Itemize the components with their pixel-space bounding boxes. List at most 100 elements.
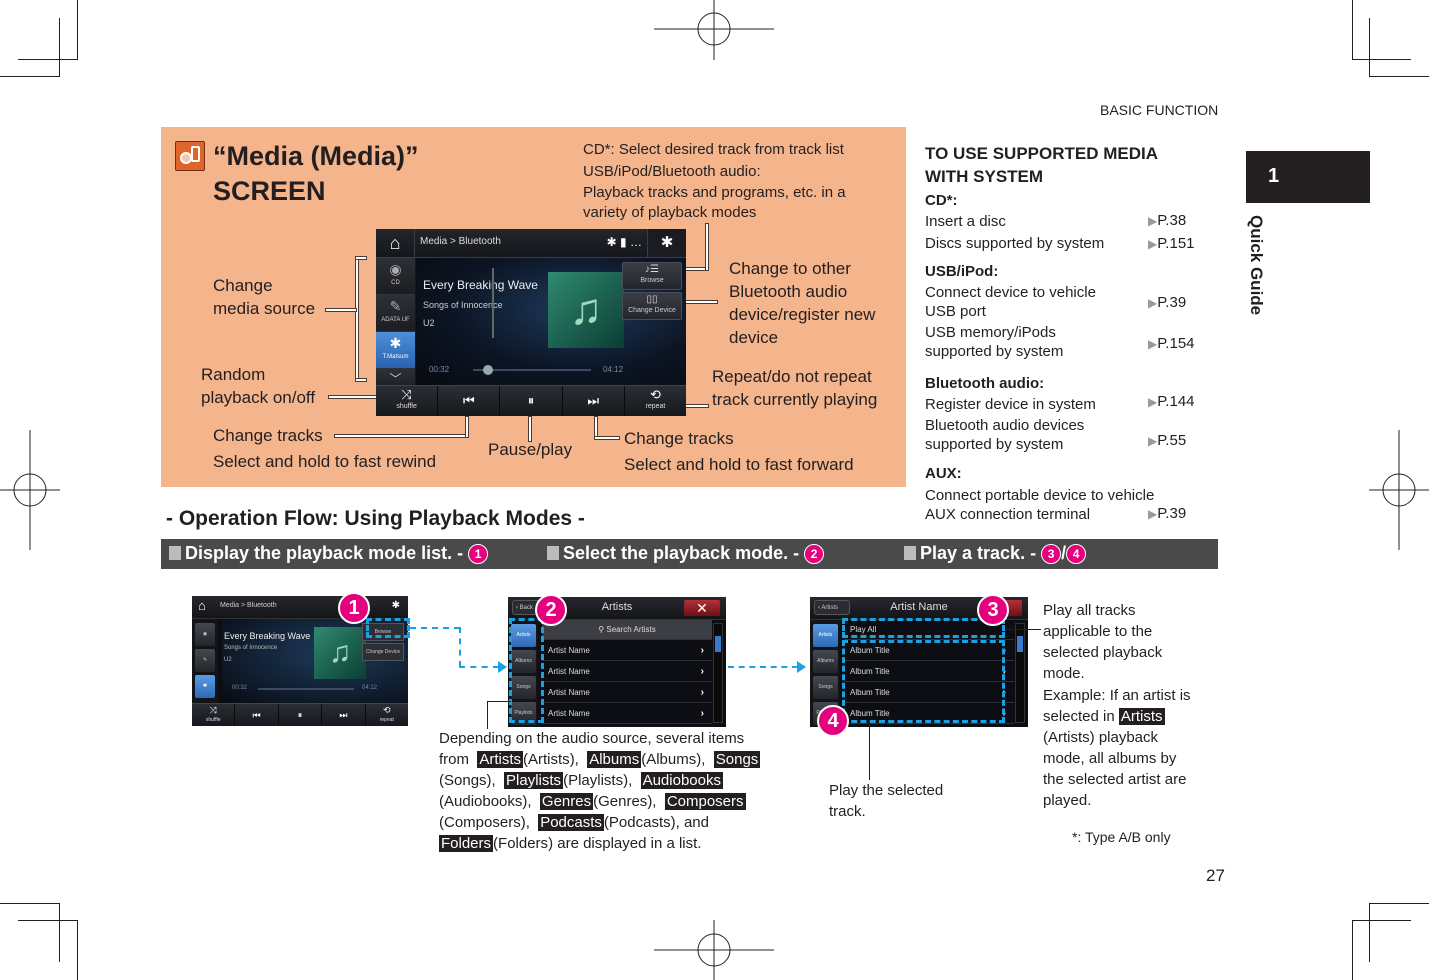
section-header: BASIC FUNCTION <box>1100 102 1219 118</box>
callout-change-source: Change media source <box>213 276 316 318</box>
track-title: Every Breaking Wave <box>423 278 538 292</box>
leader-line <box>335 435 467 437</box>
page-ref-link[interactable]: ▶P.39 <box>1148 294 1186 311</box>
square-bullet-icon <box>904 546 916 560</box>
source-cd[interactable]: ◉ CD <box>376 258 415 295</box>
pause-button[interactable]: ⏸ <box>500 386 563 416</box>
crop-mark <box>18 920 77 921</box>
list-item[interactable]: Artist Name › <box>542 683 712 703</box>
bluetooth-icon: ✱ <box>389 335 402 351</box>
previous-track-button[interactable]: ⏮ <box>438 386 501 416</box>
registration-mark-right <box>1369 430 1429 550</box>
shuffle-button[interactable]: ⤨ shuffle <box>376 386 439 416</box>
callout-change-tracks-fwd: Change tracks Select and hold to fast for… <box>624 429 854 474</box>
scrollbar[interactable] <box>713 623 723 723</box>
repeat-button[interactable]: ⟲ repeat <box>625 386 686 416</box>
highlight-mode-tabs <box>509 618 544 723</box>
playback-controls: ⤨ shuffle ⏮ ⏸ ⏭ ⟲ repeat <box>376 385 686 416</box>
list-item[interactable]: Artist Name › <box>542 641 712 661</box>
elapsed-time: 00:32 <box>429 365 450 374</box>
screen-header: ⌂ Media > Bluetooth ✱ ▮ … ✱ <box>376 229 686 258</box>
chapter-side-label: Quick Guide <box>1247 215 1266 316</box>
crop-mark <box>1352 0 1353 60</box>
crop-mark <box>1369 903 1370 962</box>
flow-connector <box>410 627 460 629</box>
ref-item: Register device in system <box>925 396 1096 413</box>
panel-description: CD*: Select desired track from track lis… <box>583 141 846 221</box>
chapter-tab[interactable]: 1 <box>1246 151 1370 203</box>
mode-tag: Folders <box>439 835 494 852</box>
change-device-button[interactable]: ▯▯ Change Device <box>622 292 682 320</box>
step-badge-1: 1 <box>338 592 370 624</box>
playlist-icon: ♪☰ <box>645 264 659 275</box>
registration-mark-left <box>0 430 60 550</box>
step-badge-2: 2 <box>535 594 567 626</box>
leader-line <box>487 701 511 702</box>
step-badge-4: 4 <box>817 705 849 737</box>
mode-tag: Playlists <box>504 772 564 789</box>
flow-connector <box>459 627 461 667</box>
page-ref-link[interactable]: ▶P.151 <box>1148 235 1195 252</box>
crop-mark <box>1352 920 1411 921</box>
crop-mark <box>0 903 60 904</box>
crop-mark <box>1352 59 1411 60</box>
crop-mark <box>1369 76 1429 77</box>
crop-mark <box>0 76 60 77</box>
crop-mark <box>77 920 78 980</box>
scrollbar[interactable] <box>1015 623 1025 723</box>
progress-bar[interactable] <box>473 365 591 375</box>
source-usb[interactable]: ✎ ADATA UF <box>376 295 415 332</box>
album-art-music-note-icon: ♫ <box>548 272 624 348</box>
arrow-right-icon <box>498 661 507 673</box>
crop-mark <box>18 59 77 60</box>
search-artists-button[interactable]: ⚲ Search Artists <box>542 620 712 640</box>
source-list: ◉ CD ✎ ADATA UF ✱ T.Matsum ﹀ <box>376 258 416 390</box>
repeat-button[interactable]: ⟲ repeat <box>366 704 408 726</box>
close-icon[interactable]: ✕ <box>684 600 720 616</box>
tab-artists[interactable]: Artists <box>813 624 838 647</box>
shuffle-icon: ⤨ <box>401 387 412 402</box>
page-ref-link[interactable]: ▶P.154 <box>1148 335 1195 352</box>
flow-steps-bar: Display the playback mode list. - 1 Sele… <box>161 539 1218 569</box>
crop-mark <box>59 18 60 77</box>
skip-back-icon[interactable]: ⏮ <box>235 704 279 726</box>
repeat-icon: ⟲ <box>649 387 661 402</box>
flow-connector <box>459 666 499 668</box>
chevron-right-icon: › <box>700 687 704 698</box>
browse-button[interactable]: ♪☰ Browse <box>622 262 682 290</box>
source-bluetooth[interactable]: ✱ T.Matsum <box>376 332 415 369</box>
square-bullet-icon <box>169 546 181 560</box>
now-playing-area: Every Breaking Wave Songs of Innocence U… <box>417 258 686 386</box>
registration-mark-bottom <box>654 920 774 980</box>
bluetooth-icon[interactable]: ✱ <box>647 229 686 257</box>
section-heading-usb: USB/iPod: <box>925 263 999 280</box>
example-description: Example: If an artist is selected in Art… <box>1043 687 1191 809</box>
skip-forward-icon[interactable]: ⏭ <box>322 704 366 726</box>
tab-songs[interactable]: Songs <box>813 676 838 699</box>
mode-tag: Albums <box>587 751 642 768</box>
triangle-right-icon: ▶ <box>1148 296 1158 310</box>
list-item[interactable]: Artist Name › <box>542 704 712 724</box>
leader-line <box>595 417 597 439</box>
page-ref-link[interactable]: ▶P.39 <box>1148 505 1186 522</box>
tab-albums[interactable]: Albums <box>813 650 838 673</box>
page-ref-link[interactable]: ▶P.55 <box>1148 432 1186 449</box>
bluetooth-icon: ✱ <box>391 600 400 611</box>
next-track-button[interactable]: ⏭ <box>563 386 625 416</box>
skip-forward-icon: ⏭ <box>587 393 600 408</box>
change-device-button[interactable]: Change Device <box>362 643 404 661</box>
leader-line <box>466 417 468 437</box>
home-icon[interactable]: ⌂ <box>376 229 415 257</box>
progress-knob[interactable] <box>483 365 494 375</box>
list-item[interactable]: Artist Name › <box>542 662 712 682</box>
pause-icon[interactable]: ⏸ <box>279 704 323 726</box>
page-number: 27 <box>1206 866 1225 885</box>
devices-icon: ▯▯ <box>646 294 658 305</box>
flow-step-1: Display the playback mode list. - 1 <box>169 543 489 564</box>
artist-name: U2 <box>423 318 435 328</box>
home-icon: ⌂ <box>198 598 206 613</box>
page-ref-link[interactable]: ▶P.144 <box>1148 393 1195 410</box>
mode-tag: Genres <box>539 793 594 810</box>
shuffle-button[interactable]: ⤨ shuffle <box>192 704 236 726</box>
page-ref-link[interactable]: ▶P.38 <box>1148 212 1186 229</box>
